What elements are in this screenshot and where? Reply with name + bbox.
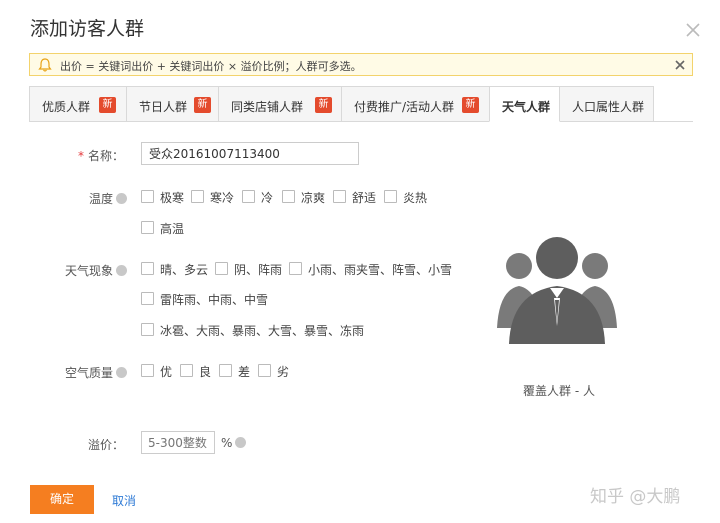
temperature-label: 温度: [89, 190, 127, 207]
premium-label: 溢价：: [87, 438, 124, 452]
checkbox[interactable]: [289, 262, 302, 275]
checkbox[interactable]: [219, 364, 232, 377]
tab-quality-crowd[interactable]: 优质人群 新: [29, 86, 127, 122]
tab-demographic-crowd[interactable]: 人口属性人群: [559, 86, 654, 122]
new-badge: 新: [194, 97, 211, 113]
close-icon[interactable]: [684, 21, 702, 39]
tab-bar: 优质人群 新 节日人群 新 同类店铺人群 新 付费推广/活动人群 新 天气人群 …: [29, 86, 693, 122]
new-badge: 新: [315, 97, 332, 113]
premium-input[interactable]: [141, 431, 215, 454]
checkbox[interactable]: [258, 364, 271, 377]
tab-weather-crowd[interactable]: 天气人群: [489, 86, 560, 122]
checkbox[interactable]: [141, 292, 154, 305]
new-badge: 新: [99, 97, 116, 113]
checkbox[interactable]: [141, 364, 154, 377]
coverage-text: 覆盖人群 - 人: [523, 384, 595, 398]
crowd-avatar-icon: [497, 237, 617, 344]
required-mark: *: [77, 149, 84, 163]
help-icon[interactable]: [235, 437, 246, 448]
checkbox[interactable]: [141, 221, 154, 234]
new-badge: 新: [462, 97, 479, 113]
checkbox[interactable]: [180, 364, 193, 377]
cancel-link[interactable]: 取消: [112, 492, 136, 509]
help-icon[interactable]: [116, 367, 127, 378]
help-icon[interactable]: [116, 193, 127, 204]
notice-bar: 出价 = 关键词出价 + 关键词出价 × 溢价比例；人群可多选。: [29, 53, 693, 76]
checkbox[interactable]: [242, 190, 255, 203]
watermark: 知乎 @大鹏: [590, 487, 681, 507]
air-quality-label: 空气质量: [65, 364, 127, 381]
tab-paid-promo-crowd[interactable]: 付费推广/活动人群 新: [341, 86, 490, 122]
notice-text: 出价 = 关键词出价 + 关键词出价 × 溢价比例；人群可多选。: [60, 60, 362, 73]
checkbox[interactable]: [141, 262, 154, 275]
name-input[interactable]: [141, 142, 359, 165]
weather-label: 天气现象: [65, 262, 127, 279]
checkbox[interactable]: [333, 190, 346, 203]
dialog-title: 添加访客人群: [30, 18, 145, 40]
percent-unit: %: [221, 436, 233, 450]
checkbox[interactable]: [191, 190, 204, 203]
name-label: * 名称：: [77, 149, 124, 163]
tab-similar-store-crowd[interactable]: 同类店铺人群 新: [218, 86, 342, 122]
help-icon[interactable]: [116, 265, 127, 276]
checkbox[interactable]: [141, 323, 154, 336]
bell-icon: [38, 58, 52, 72]
tab-holiday-crowd[interactable]: 节日人群 新: [126, 86, 219, 122]
close-notice-icon[interactable]: [673, 58, 687, 72]
checkbox[interactable]: [282, 190, 295, 203]
checkbox[interactable]: [384, 190, 397, 203]
confirm-button[interactable]: 确定: [30, 485, 94, 514]
checkbox[interactable]: [141, 190, 154, 203]
checkbox[interactable]: [215, 262, 228, 275]
